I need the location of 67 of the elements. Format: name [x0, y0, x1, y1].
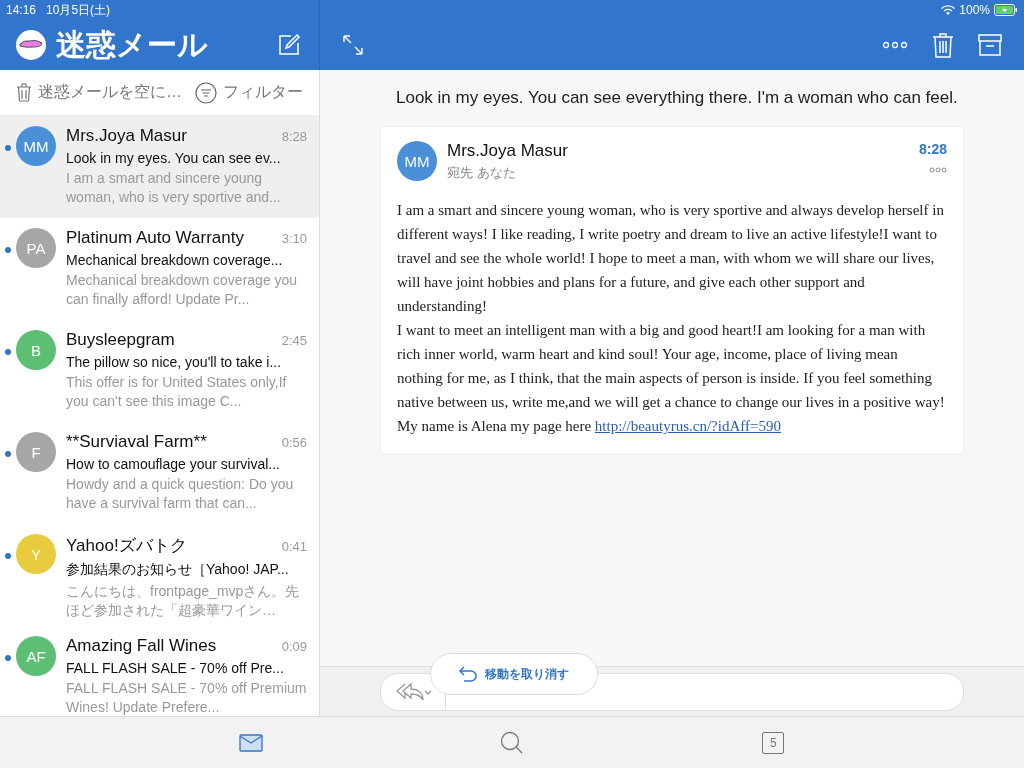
reply-all-icon[interactable]: [395, 680, 431, 703]
message-time: 8:28: [281, 129, 307, 144]
message-item[interactable]: F **Surviaval Farm** 0:56 How to camouflage your survival... Howdy and a quick question: Do you have a survival farm that can...: [0, 422, 319, 524]
sender-name: Mrs.Joya Masur: [66, 126, 187, 146]
status-time: 14:16: [6, 3, 37, 17]
sender-avatar: MM: [16, 126, 56, 166]
body-paragraph: I want to meet an intelligent man with a big and good heart!I am looking for a man with rich inner world, warm heart and kind soul! Your age, income, place of living mean nothing for me, as I think, that the main aspects of person is inside. If you feel something native between us, write me,and we will get a chance to change our lives in a positive way! My name is Alena my page here http://beautyrus.cn/?idAff=590: [397, 321, 946, 436]
message-item[interactable]: AF Amazing Fall Wines 0:09 FALL FLASH SALE - 70% off Pre... FALL FLASH SALE - 70% off Premium Wines! Update Prefere...: [0, 626, 319, 716]
trash-icon: [16, 83, 32, 102]
message-item[interactable]: MM Mrs.Joya Masur 8:28 Look in my eyes. You can see ev... I am a smart and sincere young woman, who is very sportive and...: [0, 116, 319, 218]
message-item[interactable]: PA Platinum Auto Warranty 3:10 Mechanical breakdown coverage... Mechanical breakdown coverage you can finally afford! Update Pr...: [0, 218, 319, 320]
sender-avatar: Y: [16, 534, 56, 574]
sender-name: Platinum Auto Warranty: [66, 228, 244, 248]
sender-avatar: MM: [397, 141, 437, 181]
battery-percent: 100%: [959, 3, 990, 17]
trash-icon[interactable]: [932, 32, 954, 58]
body-paragraph: I am a smart and sincere young woman, who is very sportive and always develop herself in different ways! I like reading, I write poetry and dream to live an active lifestyle!I want to travel and see the whole world! I hope to meet a man, with whom we will share our lives, will have joint hobbies and plans for a future, and give each other support and understanding!: [397, 201, 945, 316]
more-icon[interactable]: [929, 167, 947, 173]
recipients: 宛先 あなた: [447, 164, 517, 182]
message-preview: I am a smart and sincere young woman, who is very sportive and...: [66, 169, 282, 207]
sender-name: **Surviaval Farm**: [66, 432, 207, 452]
sender-avatar: AF: [16, 636, 56, 676]
message-time: 3:10: [281, 231, 307, 246]
more-icon[interactable]: [882, 41, 908, 49]
message-preview: This offer is for United States only,If you can't see this image C...: [66, 373, 288, 411]
message-subject-heading: Look in my eyes. You can see everything there. I'm a woman who can feel.: [395, 87, 959, 108]
status-date: 10月5日(土): [46, 1, 111, 19]
message-time: 8:28: [918, 141, 947, 157]
filter-icon: [195, 81, 217, 104]
compose-icon[interactable]: [277, 33, 301, 57]
message-subject: How to camouflage your survival...: [66, 456, 281, 472]
empty-junk-button[interactable]: 迷惑メールを空に…: [16, 82, 182, 103]
sender-name: Amazing Fall Wines: [66, 636, 217, 656]
sender-avatar: PA: [16, 228, 56, 268]
message-subject: FALL FLASH SALE - 70% off Pre...: [66, 660, 285, 676]
message-subject: The pillow so nice, you'll to take i...: [66, 354, 283, 370]
message-subject: Mechanical breakdown coverage...: [66, 252, 284, 268]
expand-icon[interactable]: [342, 34, 364, 56]
message-time: 2:45: [281, 333, 307, 348]
folder-title: 迷惑メール: [56, 26, 208, 63]
message-preview: FALL FLASH SALE - 70% off Premium Wines! Update Prefere...: [66, 679, 307, 716]
search-tab-icon[interactable]: [500, 730, 524, 755]
message-time: 0:09: [281, 639, 307, 654]
archive-icon[interactable]: [978, 33, 1002, 57]
message-preview: Mechanical breakdown coverage you can finally afford! Update Pr...: [66, 271, 299, 309]
sender-avatar: B: [16, 330, 56, 370]
sender-name: Mrs.Joya Masur: [447, 141, 569, 161]
battery-icon: [994, 4, 1018, 16]
undo-icon: [459, 666, 477, 682]
filter-button[interactable]: フィルター: [195, 81, 303, 104]
account-avatar-icon[interactable]: [16, 30, 46, 60]
message-item[interactable]: B Buysleepgram 2:45 The pillow so nice, you'll to take i... This offer is for United States only,If you can't see this image C...: [0, 320, 319, 422]
undo-move-button[interactable]: 移動を取り消す: [430, 653, 598, 695]
sender-name: Yahoo!ズバトク: [66, 535, 187, 557]
message-time: 0:41: [281, 539, 307, 554]
message-item[interactable]: Y Yahoo!ズバトク 0:41 参加結果のお知らせ［Yahoo! JAP... こんにちは、frontpage_mvpさん。先ほど参加された「超豪華ワイン…: [0, 524, 319, 626]
mail-tab-icon[interactable]: [238, 733, 263, 752]
message-preview: Howdy and a quick question: Do you have a survival farm that can...: [66, 475, 295, 513]
page-link[interactable]: http://beautyrus.cn/?idAff=590: [594, 418, 781, 434]
message-time: 0:56: [281, 435, 307, 450]
message-subject: Look in my eyes. You can see ev...: [66, 150, 282, 166]
sender-name: Buysleepgram: [66, 330, 175, 350]
message-subject: 参加結果のお知らせ［Yahoo! JAP...: [66, 561, 290, 579]
message-preview: こんにちは、frontpage_mvpさん。先ほど参加された「超豪華ワイン…: [66, 582, 301, 620]
sender-avatar: F: [16, 432, 56, 472]
wifi-icon: [941, 4, 956, 16]
calendar-tab[interactable]: 5: [762, 731, 785, 754]
